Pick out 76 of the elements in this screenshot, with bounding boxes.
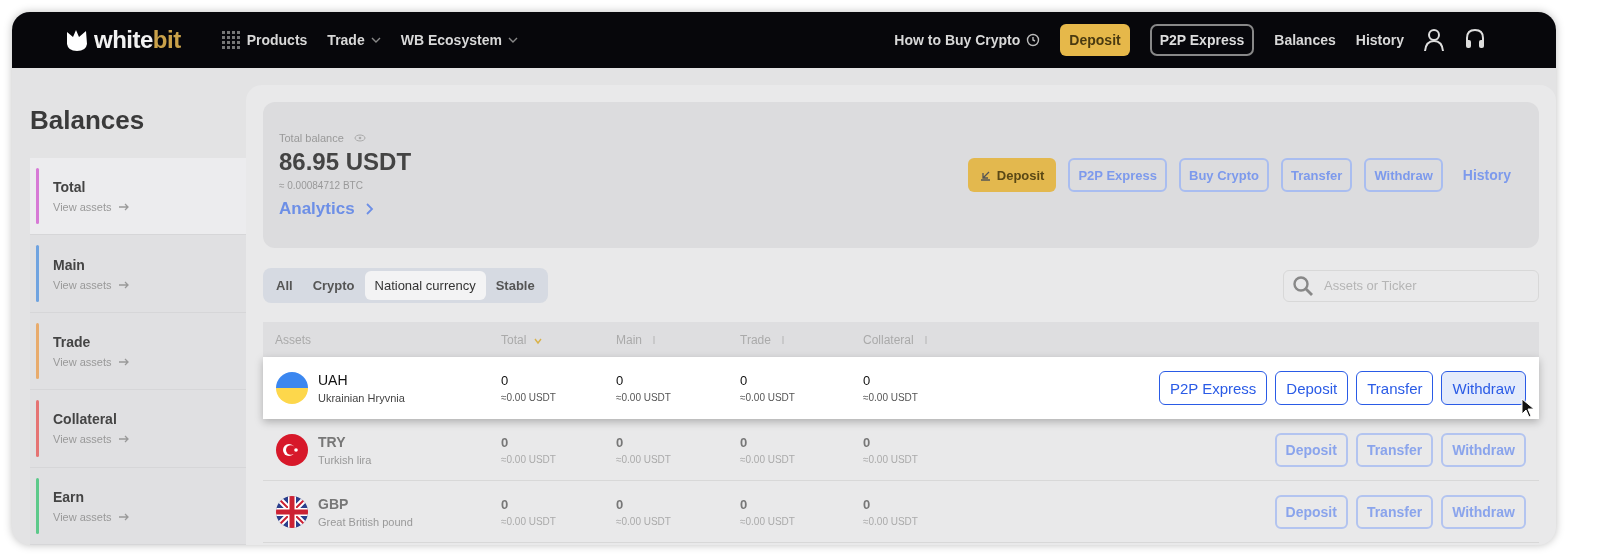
amount: 0	[501, 434, 510, 450]
chevron-down-icon	[370, 37, 381, 43]
flag-icon	[275, 371, 309, 405]
row-action-button[interactable]: Transfer	[1356, 371, 1434, 405]
filter-tab[interactable]: Crypto	[302, 271, 365, 300]
arrow-right-icon	[117, 512, 130, 521]
usdt-value: ≈0.00 USDT	[863, 515, 919, 527]
amount: 0	[501, 373, 510, 388]
flag-icon	[275, 432, 309, 467]
category-label: Earn	[53, 488, 86, 505]
grid-icon	[220, 30, 241, 50]
amount: 0	[501, 496, 510, 512]
balance-category[interactable]: Total View assets	[30, 158, 246, 236]
amount: 0	[740, 373, 749, 388]
nav-link[interactable]: How to Buy Crypto	[894, 32, 1041, 48]
amount: 0	[616, 496, 625, 512]
asset-name: Great British pound	[318, 515, 413, 528]
usdt-value: ≈0.00 USDT	[740, 453, 796, 465]
asset-name: Ukrainian Hryvnia	[318, 392, 405, 404]
logo-icon	[64, 28, 90, 52]
deposit-button[interactable]: Deposit	[967, 158, 1057, 192]
arrow-right-icon	[117, 435, 130, 444]
usdt-value: ≈0.00 USDT	[616, 515, 672, 527]
user-icon[interactable]	[1424, 28, 1444, 52]
logo[interactable]: whitebit	[64, 26, 181, 54]
usdt-value: ≈0.00 USDT	[616, 453, 672, 465]
amount: 0	[740, 434, 749, 450]
usdt-value: ≈0.00 USDT	[863, 392, 919, 403]
btc-equivalent: ≈ 0.00084712 BTC	[279, 179, 364, 191]
usdt-value: ≈0.00 USDT	[501, 453, 557, 465]
arrow-right-icon	[117, 280, 130, 289]
chevron-down-icon	[507, 37, 518, 43]
arrow-right-icon	[117, 203, 130, 212]
usdt-value: ≈0.00 USDT	[501, 515, 557, 527]
usdt-value: ≈0.00 USDT	[501, 392, 557, 403]
total-balance: 86.95 USDT	[279, 147, 412, 176]
deposit-button[interactable]: Deposit	[1060, 24, 1130, 56]
flag-icon	[275, 494, 309, 529]
download-icon	[979, 169, 991, 181]
asset-ticker: GBP	[318, 495, 350, 512]
row-action-button[interactable]: P2P Express	[1158, 371, 1268, 405]
usdt-value: ≈0.00 USDT	[740, 515, 796, 527]
amount: 0	[616, 434, 625, 450]
amount: 0	[863, 373, 872, 388]
eye-icon	[353, 133, 366, 142]
filter-tab[interactable]: All	[266, 271, 303, 300]
amount: 0	[863, 434, 872, 450]
category-label: Trade	[53, 334, 92, 350]
amount: 0	[740, 496, 749, 512]
nav-link[interactable]: Trade	[327, 32, 381, 48]
row-action-button[interactable]: Deposit	[1275, 371, 1349, 405]
category-label: Main	[53, 256, 86, 273]
asset-ticker: TRY	[318, 433, 347, 450]
clock-icon	[1026, 33, 1041, 47]
filter-tab[interactable]: Stable	[485, 271, 545, 300]
total-balance-label: Total balance	[279, 131, 412, 144]
search-icon	[1292, 274, 1314, 297]
amount: 0	[616, 373, 625, 388]
usdt-value: ≈0.00 USDT	[616, 392, 672, 403]
page-title: Balances	[30, 105, 146, 136]
nav-link[interactable]: WB Ecosystem	[400, 32, 518, 48]
header-button[interactable]: P2P Express	[1149, 24, 1255, 56]
amount: 0	[863, 496, 872, 512]
filter-tab[interactable]: National currency	[364, 271, 486, 300]
usdt-value: ≈0.00 USDT	[740, 392, 796, 403]
nav-link[interactable]: Products	[220, 30, 308, 50]
view-assets-link[interactable]: View assets	[53, 201, 130, 214]
nav-link[interactable]: Balances	[1274, 32, 1336, 48]
arrow-right-icon	[117, 358, 130, 366]
usdt-value: ≈0.00 USDT	[863, 453, 919, 465]
category-label: Total	[53, 179, 87, 196]
nav-link[interactable]: History	[1355, 32, 1404, 48]
category-label: Collateral	[53, 411, 118, 428]
asset-ticker: UAH	[318, 372, 349, 388]
asset-name: Turkish lira	[318, 453, 372, 466]
chevron-right-icon	[364, 201, 374, 216]
